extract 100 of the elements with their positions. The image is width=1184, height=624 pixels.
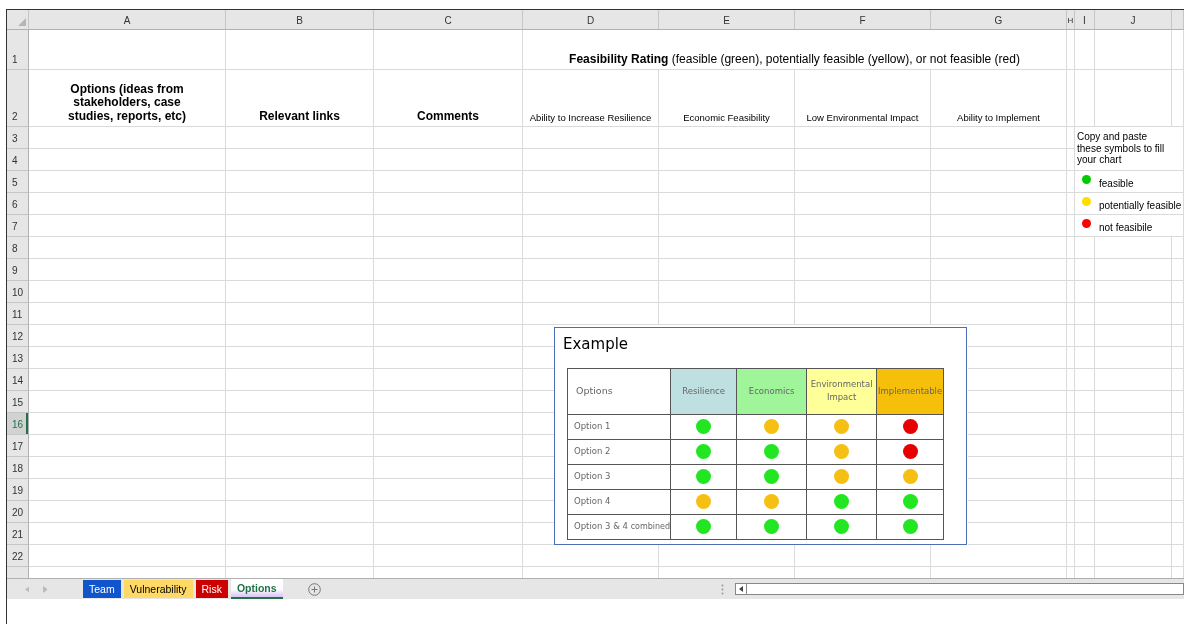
spreadsheet-cell[interactable]: [1075, 523, 1095, 545]
spreadsheet-cell[interactable]: [968, 501, 1067, 523]
spreadsheet-cell[interactable]: [795, 193, 931, 215]
spreadsheet-cell[interactable]: [659, 259, 795, 281]
column-header[interactable]: E: [659, 10, 795, 30]
row-header[interactable]: 9: [7, 259, 29, 281]
spreadsheet-cell[interactable]: [1067, 325, 1075, 347]
spreadsheet-cell[interactable]: [1095, 259, 1172, 281]
spreadsheet-cell[interactable]: Ability to Increase Resilience: [523, 70, 659, 127]
column-header[interactable]: [1172, 10, 1184, 30]
spreadsheet-cell[interactable]: [523, 281, 659, 303]
spreadsheet-cell[interactable]: [968, 523, 1067, 545]
spreadsheet-cell[interactable]: [795, 215, 931, 237]
spreadsheet-cell[interactable]: [29, 523, 226, 545]
spreadsheet-cell[interactable]: [29, 149, 226, 171]
spreadsheet-cell[interactable]: [29, 237, 226, 259]
spreadsheet-cell[interactable]: [1172, 325, 1184, 347]
spreadsheet-cell[interactable]: [226, 259, 374, 281]
select-all-button[interactable]: [7, 10, 29, 30]
spreadsheet-cell[interactable]: [795, 281, 931, 303]
spreadsheet-cell[interactable]: [523, 149, 659, 171]
spreadsheet-cell[interactable]: [968, 457, 1067, 479]
spreadsheet-cell[interactable]: [374, 171, 523, 193]
spreadsheet-cell[interactable]: [1075, 259, 1095, 281]
spreadsheet-cell[interactable]: [29, 479, 226, 501]
column-header[interactable]: F: [795, 10, 931, 30]
spreadsheet-cell[interactable]: [29, 435, 226, 457]
spreadsheet-cell[interactable]: [29, 325, 226, 347]
row-header[interactable]: 14: [7, 369, 29, 391]
spreadsheet-cell[interactable]: [1067, 259, 1075, 281]
spreadsheet-cell[interactable]: [968, 479, 1067, 501]
column-header[interactable]: D: [523, 10, 659, 30]
spreadsheet-cell[interactable]: [29, 413, 226, 435]
spreadsheet-cell[interactable]: [1172, 237, 1184, 259]
spreadsheet-cell[interactable]: [29, 171, 226, 193]
spreadsheet-cell[interactable]: [1075, 369, 1095, 391]
row-header[interactable]: 4: [7, 149, 29, 171]
spreadsheet-cell[interactable]: [226, 171, 374, 193]
spreadsheet-cell[interactable]: [659, 149, 795, 171]
spreadsheet-cell[interactable]: [1095, 347, 1172, 369]
spreadsheet-cell[interactable]: [29, 303, 226, 325]
spreadsheet-cell[interactable]: Relevant links: [226, 70, 374, 127]
spreadsheet-cell[interactable]: [1067, 237, 1075, 259]
spreadsheet-cell[interactable]: [226, 127, 374, 149]
spreadsheet-cell[interactable]: [1067, 369, 1075, 391]
spreadsheet-cell[interactable]: [1067, 347, 1075, 369]
spreadsheet-cell[interactable]: [1095, 30, 1172, 70]
row-header[interactable]: 5: [7, 171, 29, 193]
spreadsheet-cell[interactable]: [226, 149, 374, 171]
spreadsheet-cell[interactable]: [1067, 435, 1075, 457]
spreadsheet-cell[interactable]: [374, 193, 523, 215]
spreadsheet-cell[interactable]: [523, 215, 659, 237]
spreadsheet-cell[interactable]: [374, 215, 523, 237]
spreadsheet-cell[interactable]: [374, 523, 523, 545]
spreadsheet-cell[interactable]: [1075, 413, 1095, 435]
spreadsheet-cell[interactable]: [931, 149, 1067, 171]
spreadsheet-cell[interactable]: [659, 127, 795, 149]
spreadsheet-cell[interactable]: [1067, 127, 1075, 149]
spreadsheet-cell[interactable]: [1095, 237, 1172, 259]
spreadsheet-cell[interactable]: [1067, 523, 1075, 545]
spreadsheet-cell[interactable]: [1095, 457, 1172, 479]
spreadsheet-cell[interactable]: [226, 215, 374, 237]
spreadsheet-cell[interactable]: [226, 545, 374, 567]
spreadsheet-cell[interactable]: [1075, 70, 1095, 127]
spreadsheet-cell[interactable]: [29, 259, 226, 281]
spreadsheet-cell[interactable]: [29, 215, 226, 237]
spreadsheet-cell[interactable]: [1067, 457, 1075, 479]
spreadsheet-cell[interactable]: [1095, 325, 1172, 347]
spreadsheet-cell[interactable]: [795, 303, 931, 325]
spreadsheet-cell[interactable]: [1067, 413, 1075, 435]
sheet-tab[interactable]: Risk: [195, 580, 228, 598]
spreadsheet-cell[interactable]: [374, 413, 523, 435]
column-header[interactable]: I: [1075, 10, 1095, 30]
spreadsheet-cell[interactable]: [29, 193, 226, 215]
spreadsheet-cell[interactable]: [1067, 501, 1075, 523]
spreadsheet-cell[interactable]: [374, 281, 523, 303]
spreadsheet-cell[interactable]: [29, 457, 226, 479]
spreadsheet-cell[interactable]: [1172, 259, 1184, 281]
spreadsheet-cell[interactable]: [968, 325, 1067, 347]
spreadsheet-cell[interactable]: [1172, 457, 1184, 479]
spreadsheet-cell[interactable]: [374, 30, 523, 70]
spreadsheet-cell[interactable]: [374, 127, 523, 149]
row-header[interactable]: 21: [7, 523, 29, 545]
spreadsheet-cell[interactable]: [374, 369, 523, 391]
spreadsheet-cell[interactable]: [1095, 281, 1172, 303]
spreadsheet-cell[interactable]: [226, 30, 374, 70]
spreadsheet-cell[interactable]: [1172, 413, 1184, 435]
spreadsheet-cell[interactable]: [968, 435, 1067, 457]
spreadsheet-cell[interactable]: [931, 193, 1067, 215]
spreadsheet-cell[interactable]: [795, 171, 931, 193]
spreadsheet-cell[interactable]: [226, 391, 374, 413]
next-sheet-icon[interactable]: [43, 585, 47, 593]
spreadsheet-cell[interactable]: [374, 347, 523, 369]
spreadsheet-cell[interactable]: [1095, 391, 1172, 413]
spreadsheet-cell[interactable]: [523, 303, 659, 325]
spreadsheet-cell[interactable]: [931, 237, 1067, 259]
spreadsheet-cell[interactable]: [1067, 545, 1075, 567]
previous-sheet-icon[interactable]: [25, 585, 29, 593]
split-handle-icon[interactable]: [720, 583, 724, 595]
spreadsheet-cell[interactable]: [374, 545, 523, 567]
